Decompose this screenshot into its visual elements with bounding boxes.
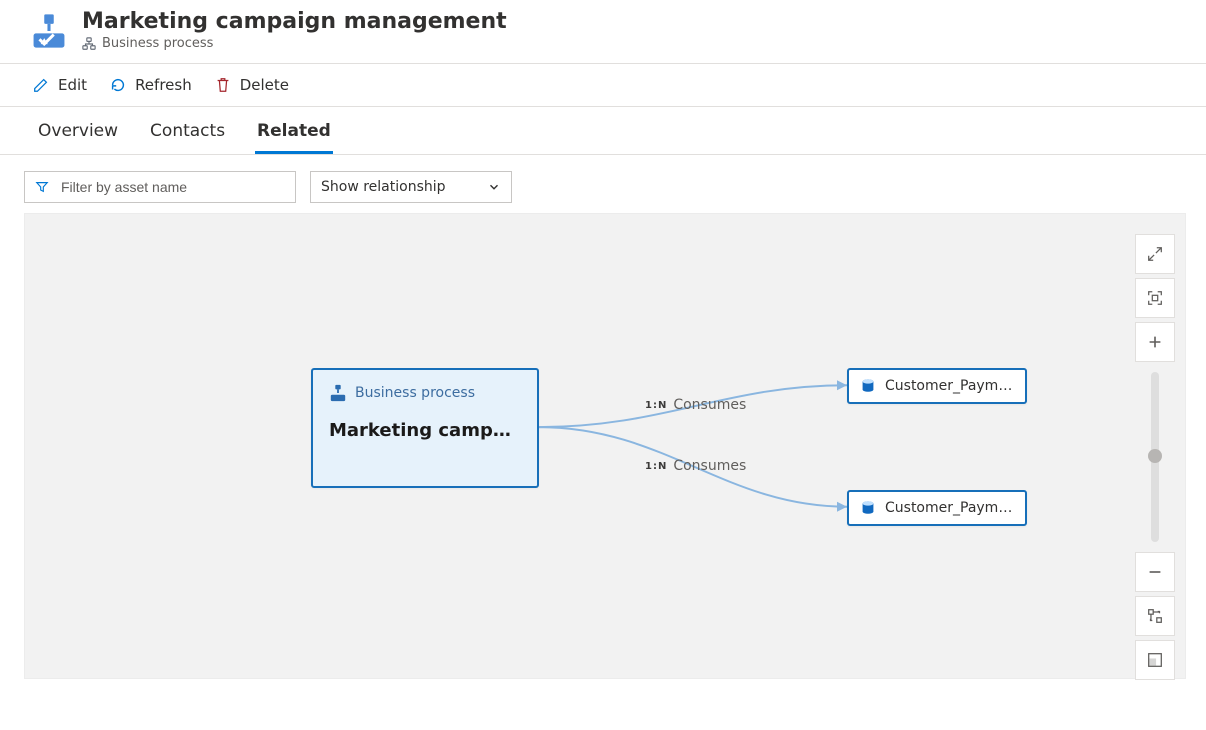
filter-icon [35, 180, 49, 194]
canvas-controls [1135, 234, 1175, 680]
node-main[interactable]: Business process Marketing campaig… [311, 368, 539, 488]
expand-button[interactable] [1135, 234, 1175, 274]
filter-row: Show relationship [0, 155, 1206, 213]
tabs: Overview Contacts Related [0, 107, 1206, 155]
pencil-icon [32, 76, 50, 94]
node-right-1-label: Customer_Payme… [885, 500, 1015, 516]
edges-layer [25, 214, 1185, 678]
minimap-icon [1146, 651, 1164, 669]
database-icon [859, 499, 877, 517]
delete-button[interactable]: Delete [214, 74, 289, 96]
node-main-title: Marketing campaig… [329, 420, 521, 441]
edge-label-0: 1:N Consumes [645, 397, 746, 413]
page-header: Marketing campaign management Business p… [0, 0, 1206, 64]
node-right-1[interactable]: Customer_Payme… [847, 490, 1027, 526]
tab-overview[interactable]: Overview [36, 117, 120, 154]
zoom-slider[interactable] [1151, 372, 1159, 542]
zoom-thumb[interactable] [1148, 449, 1162, 463]
process-node-icon [329, 384, 347, 402]
node-main-type: Business process [355, 385, 475, 401]
tab-contacts[interactable]: Contacts [148, 117, 227, 154]
relationship-dropdown[interactable]: Show relationship [310, 171, 512, 203]
minus-icon [1146, 563, 1164, 581]
fit-button[interactable] [1135, 278, 1175, 318]
process-icon [30, 12, 68, 50]
node-right-0-label: Customer_Payme… [885, 378, 1015, 394]
refresh-button[interactable]: Refresh [109, 74, 192, 96]
zoom-out-button[interactable] [1135, 552, 1175, 592]
edit-button[interactable]: Edit [32, 74, 87, 96]
chevron-down-icon [487, 180, 501, 194]
filter-input-wrap[interactable] [24, 171, 296, 203]
trash-icon [214, 76, 232, 94]
fit-screen-icon [1146, 289, 1164, 307]
refresh-icon [109, 76, 127, 94]
relationship-canvas[interactable]: Business process Marketing campaig… 1:N … [24, 213, 1186, 679]
node-right-0[interactable]: Customer_Payme… [847, 368, 1027, 404]
plus-icon [1146, 333, 1164, 351]
process-mini-icon [82, 37, 96, 51]
database-icon [859, 377, 877, 395]
page-subtitle: Business process [82, 36, 507, 51]
layout-icon [1146, 607, 1164, 625]
page-title: Marketing campaign management [82, 10, 507, 34]
filter-input[interactable] [59, 178, 285, 196]
command-bar: Edit Refresh Delete [0, 64, 1206, 107]
minimap-button[interactable] [1135, 640, 1175, 680]
zoom-in-button[interactable] [1135, 322, 1175, 362]
tab-related[interactable]: Related [255, 117, 333, 154]
edge-label-1: 1:N Consumes [645, 458, 746, 474]
layout-button[interactable] [1135, 596, 1175, 636]
expand-icon [1146, 245, 1164, 263]
